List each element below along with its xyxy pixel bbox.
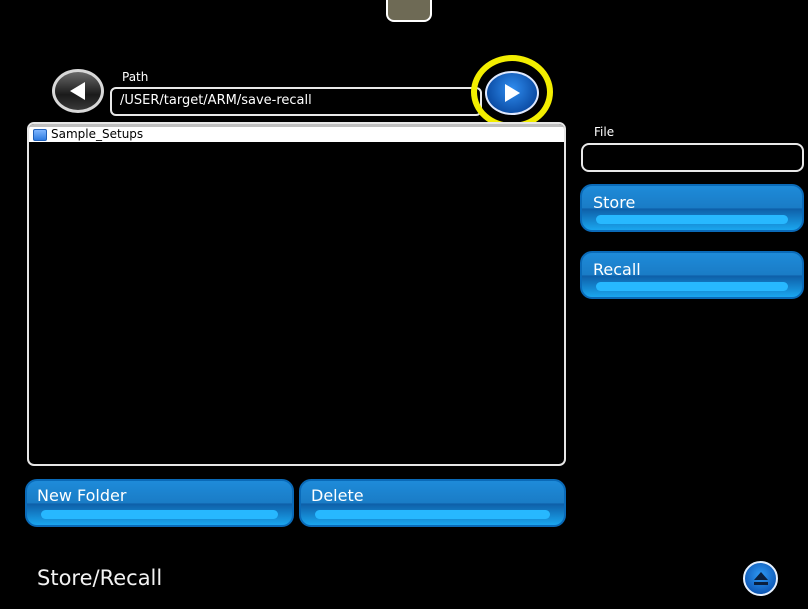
eject-icon bbox=[753, 571, 768, 585]
file-label: File bbox=[594, 125, 615, 139]
list-item[interactable]: Sample_Setups bbox=[29, 127, 564, 142]
page-title: Store/Recall bbox=[37, 566, 163, 590]
recall-button[interactable]: Recall bbox=[580, 251, 804, 299]
list-item-label: Sample_Setups bbox=[51, 127, 144, 141]
top-panel-tab[interactable] bbox=[386, 0, 432, 22]
go-forward-button[interactable] bbox=[485, 71, 539, 115]
back-button[interactable] bbox=[52, 69, 104, 113]
delete-button[interactable]: Delete bbox=[299, 479, 566, 527]
delete-button-label: Delete bbox=[311, 486, 364, 505]
button-sheen bbox=[596, 215, 788, 224]
button-sheen bbox=[596, 282, 788, 291]
new-folder-button-label: New Folder bbox=[37, 486, 127, 505]
store-button[interactable]: Store bbox=[580, 184, 804, 232]
collapse-panel-button[interactable] bbox=[743, 561, 778, 596]
path-field[interactable]: /USER/target/ARM/save-recall bbox=[110, 87, 482, 116]
file-name-input[interactable] bbox=[581, 143, 804, 172]
recall-button-label: Recall bbox=[593, 260, 641, 279]
folder-icon bbox=[33, 128, 47, 141]
button-sheen bbox=[315, 510, 550, 519]
arrow-left-icon bbox=[70, 82, 85, 100]
path-label: Path bbox=[122, 70, 149, 84]
arrow-right-icon bbox=[505, 84, 520, 102]
store-button-label: Store bbox=[593, 193, 636, 212]
button-sheen bbox=[41, 510, 278, 519]
new-folder-button[interactable]: New Folder bbox=[25, 479, 294, 527]
file-browser-list[interactable]: Sample_Setups bbox=[27, 122, 566, 466]
